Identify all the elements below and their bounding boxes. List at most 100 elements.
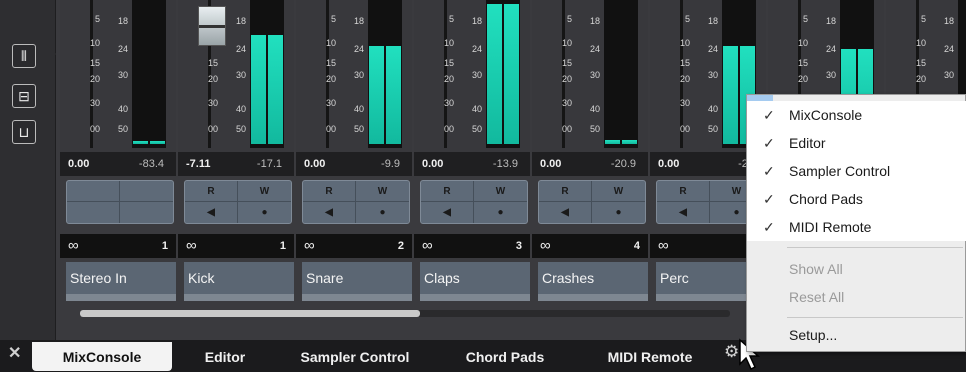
volume-value[interactable]: 0.00 — [422, 158, 443, 170]
mute-button[interactable]: ◀ — [421, 202, 474, 223]
routing-icon[interactable]: ⊟ — [12, 84, 36, 108]
horizontal-scrollbar[interactable] — [80, 310, 730, 317]
menu-item-sampler-control[interactable]: ✓ Sampler Control — [747, 157, 966, 185]
channel-number: 1 — [279, 240, 286, 252]
record-button[interactable] — [120, 202, 173, 223]
tab-midi-remote[interactable]: MIDI Remote — [585, 342, 715, 371]
mute-button[interactable] — [67, 202, 120, 223]
scale-label: 5 — [920, 14, 926, 24]
mixer-settings-icon[interactable]: ⫴ — [12, 44, 36, 68]
scale-label: 10 — [561, 38, 572, 48]
scale-label: 10 — [679, 38, 690, 48]
tab-editor[interactable]: Editor — [180, 342, 270, 371]
scale-label: 15 — [89, 58, 100, 68]
read-button[interactable]: R — [539, 181, 592, 202]
menu-item-reset-all[interactable]: Reset All — [747, 283, 966, 311]
meter-right — [150, 141, 165, 144]
menu-item-midi-remote[interactable]: ✓ MIDI Remote — [747, 213, 966, 241]
read-write-panel: RW — [66, 180, 174, 224]
record-button[interactable]: ● — [592, 202, 645, 223]
menu-item-show-all[interactable]: Show All — [747, 255, 966, 283]
record-button[interactable]: ● — [474, 202, 527, 223]
tab-sampler-control[interactable]: Sampler Control — [280, 342, 430, 371]
checkmark-icon: ✓ — [763, 107, 775, 123]
read-write-panel: R W ◀ ● — [302, 180, 410, 224]
fader-handle[interactable] — [198, 6, 226, 46]
stereo-link-icon[interactable]: ∞ — [304, 237, 315, 254]
scale-label: 30 — [325, 98, 336, 108]
scale-label: 20 — [915, 74, 926, 84]
scrollbar-thumb[interactable] — [80, 310, 420, 317]
channel-name: Crashes — [542, 270, 595, 286]
write-button[interactable]: W — [120, 181, 173, 202]
write-button[interactable]: W — [356, 181, 409, 202]
volume-value[interactable]: 0.00 — [304, 158, 325, 170]
channel-number: 4 — [633, 240, 640, 252]
channel-name: Stereo In — [70, 270, 127, 286]
channel-number: 3 — [515, 240, 522, 252]
stereo-link-icon[interactable]: ∞ — [540, 237, 551, 254]
read-button[interactable]: R — [67, 181, 120, 202]
menu-item-chord-pads[interactable]: ✓ Chord Pads — [747, 185, 966, 213]
menu-item-mixconsole[interactable]: ✓ MixConsole — [747, 101, 966, 129]
scale-label: 5 — [330, 14, 336, 24]
scale-label: 00 — [207, 124, 218, 134]
menu-item-setup[interactable]: Setup... — [747, 321, 966, 349]
scale-label: 30 — [207, 98, 218, 108]
value-display: -7.11 -17.1 — [178, 152, 294, 176]
record-button[interactable]: ● — [238, 202, 291, 223]
stereo-link-icon[interactable]: ∞ — [68, 237, 79, 254]
scale-label: 20 — [207, 74, 218, 84]
channel-name-box[interactable]: Snare — [302, 262, 412, 294]
channel-color-strip — [302, 294, 412, 301]
volume-value[interactable]: 0.00 — [540, 158, 561, 170]
level-meter — [604, 0, 638, 148]
read-button[interactable]: R — [185, 181, 238, 202]
mute-button[interactable]: ◀ — [539, 202, 592, 223]
meter-left — [605, 140, 620, 144]
link-row: ∞ 4 — [532, 234, 648, 258]
peak-value: -20.9 — [610, 158, 636, 170]
meter-left — [251, 35, 266, 144]
stereo-link-icon[interactable]: ∞ — [658, 237, 669, 254]
volume-value[interactable]: -7.11 — [186, 158, 210, 170]
tab-chord-pads[interactable]: Chord Pads — [445, 342, 565, 371]
scale-label: 10 — [89, 38, 100, 48]
read-button[interactable]: R — [303, 181, 356, 202]
read-button[interactable]: R — [421, 181, 474, 202]
scale-label: 5 — [566, 14, 572, 24]
menu-separator — [787, 247, 963, 248]
window-icon[interactable]: ⊔ — [12, 120, 36, 144]
mute-button[interactable]: ◀ — [185, 202, 238, 223]
channel-name-box[interactable]: Crashes — [538, 262, 648, 294]
read-button[interactable]: R — [657, 181, 710, 202]
stereo-link-icon[interactable]: ∞ — [186, 237, 197, 254]
volume-value[interactable]: 0.00 — [658, 158, 679, 170]
mute-button[interactable]: ◀ — [657, 202, 710, 223]
stereo-link-icon[interactable]: ∞ — [422, 237, 433, 254]
write-button[interactable]: W — [238, 181, 291, 202]
peak-value: -13.9 — [492, 158, 518, 170]
channel-name-box[interactable]: Claps — [420, 262, 530, 294]
scale-label: 10 — [443, 38, 454, 48]
channel-name-box[interactable]: Stereo In — [66, 262, 176, 294]
channel-name-box[interactable]: Kick — [184, 262, 294, 294]
scale-label: 15 — [443, 58, 454, 68]
scale-label: 00 — [89, 124, 100, 134]
close-icon[interactable]: ✕ — [8, 343, 21, 363]
gear-icon[interactable]: ⚙ — [724, 342, 739, 362]
scale-label: 20 — [89, 74, 100, 84]
menu-item-editor[interactable]: ✓ Editor — [747, 129, 966, 157]
tabs-context-menu: ✓ MixConsole ✓ Editor ✓ Sampler Control ✓ Ch… — [746, 94, 966, 352]
checkmark-icon: ✓ — [763, 135, 775, 151]
scale-label: 10 — [325, 38, 336, 48]
mute-button[interactable]: ◀ — [303, 202, 356, 223]
channel-strip: 5 10 15 20 30 00 18 24 30 40 50 0.00 -13.9 R W ◀ ● ∞ 3 Clap… — [414, 0, 530, 305]
record-button[interactable]: ● — [356, 202, 409, 223]
write-button[interactable]: W — [592, 181, 645, 202]
channel-name: Claps — [424, 270, 460, 286]
volume-value[interactable]: 0.00 — [68, 158, 89, 170]
scale-label: 20 — [561, 74, 572, 84]
tab-mixconsole[interactable]: MixConsole — [32, 342, 172, 371]
write-button[interactable]: W — [474, 181, 527, 202]
